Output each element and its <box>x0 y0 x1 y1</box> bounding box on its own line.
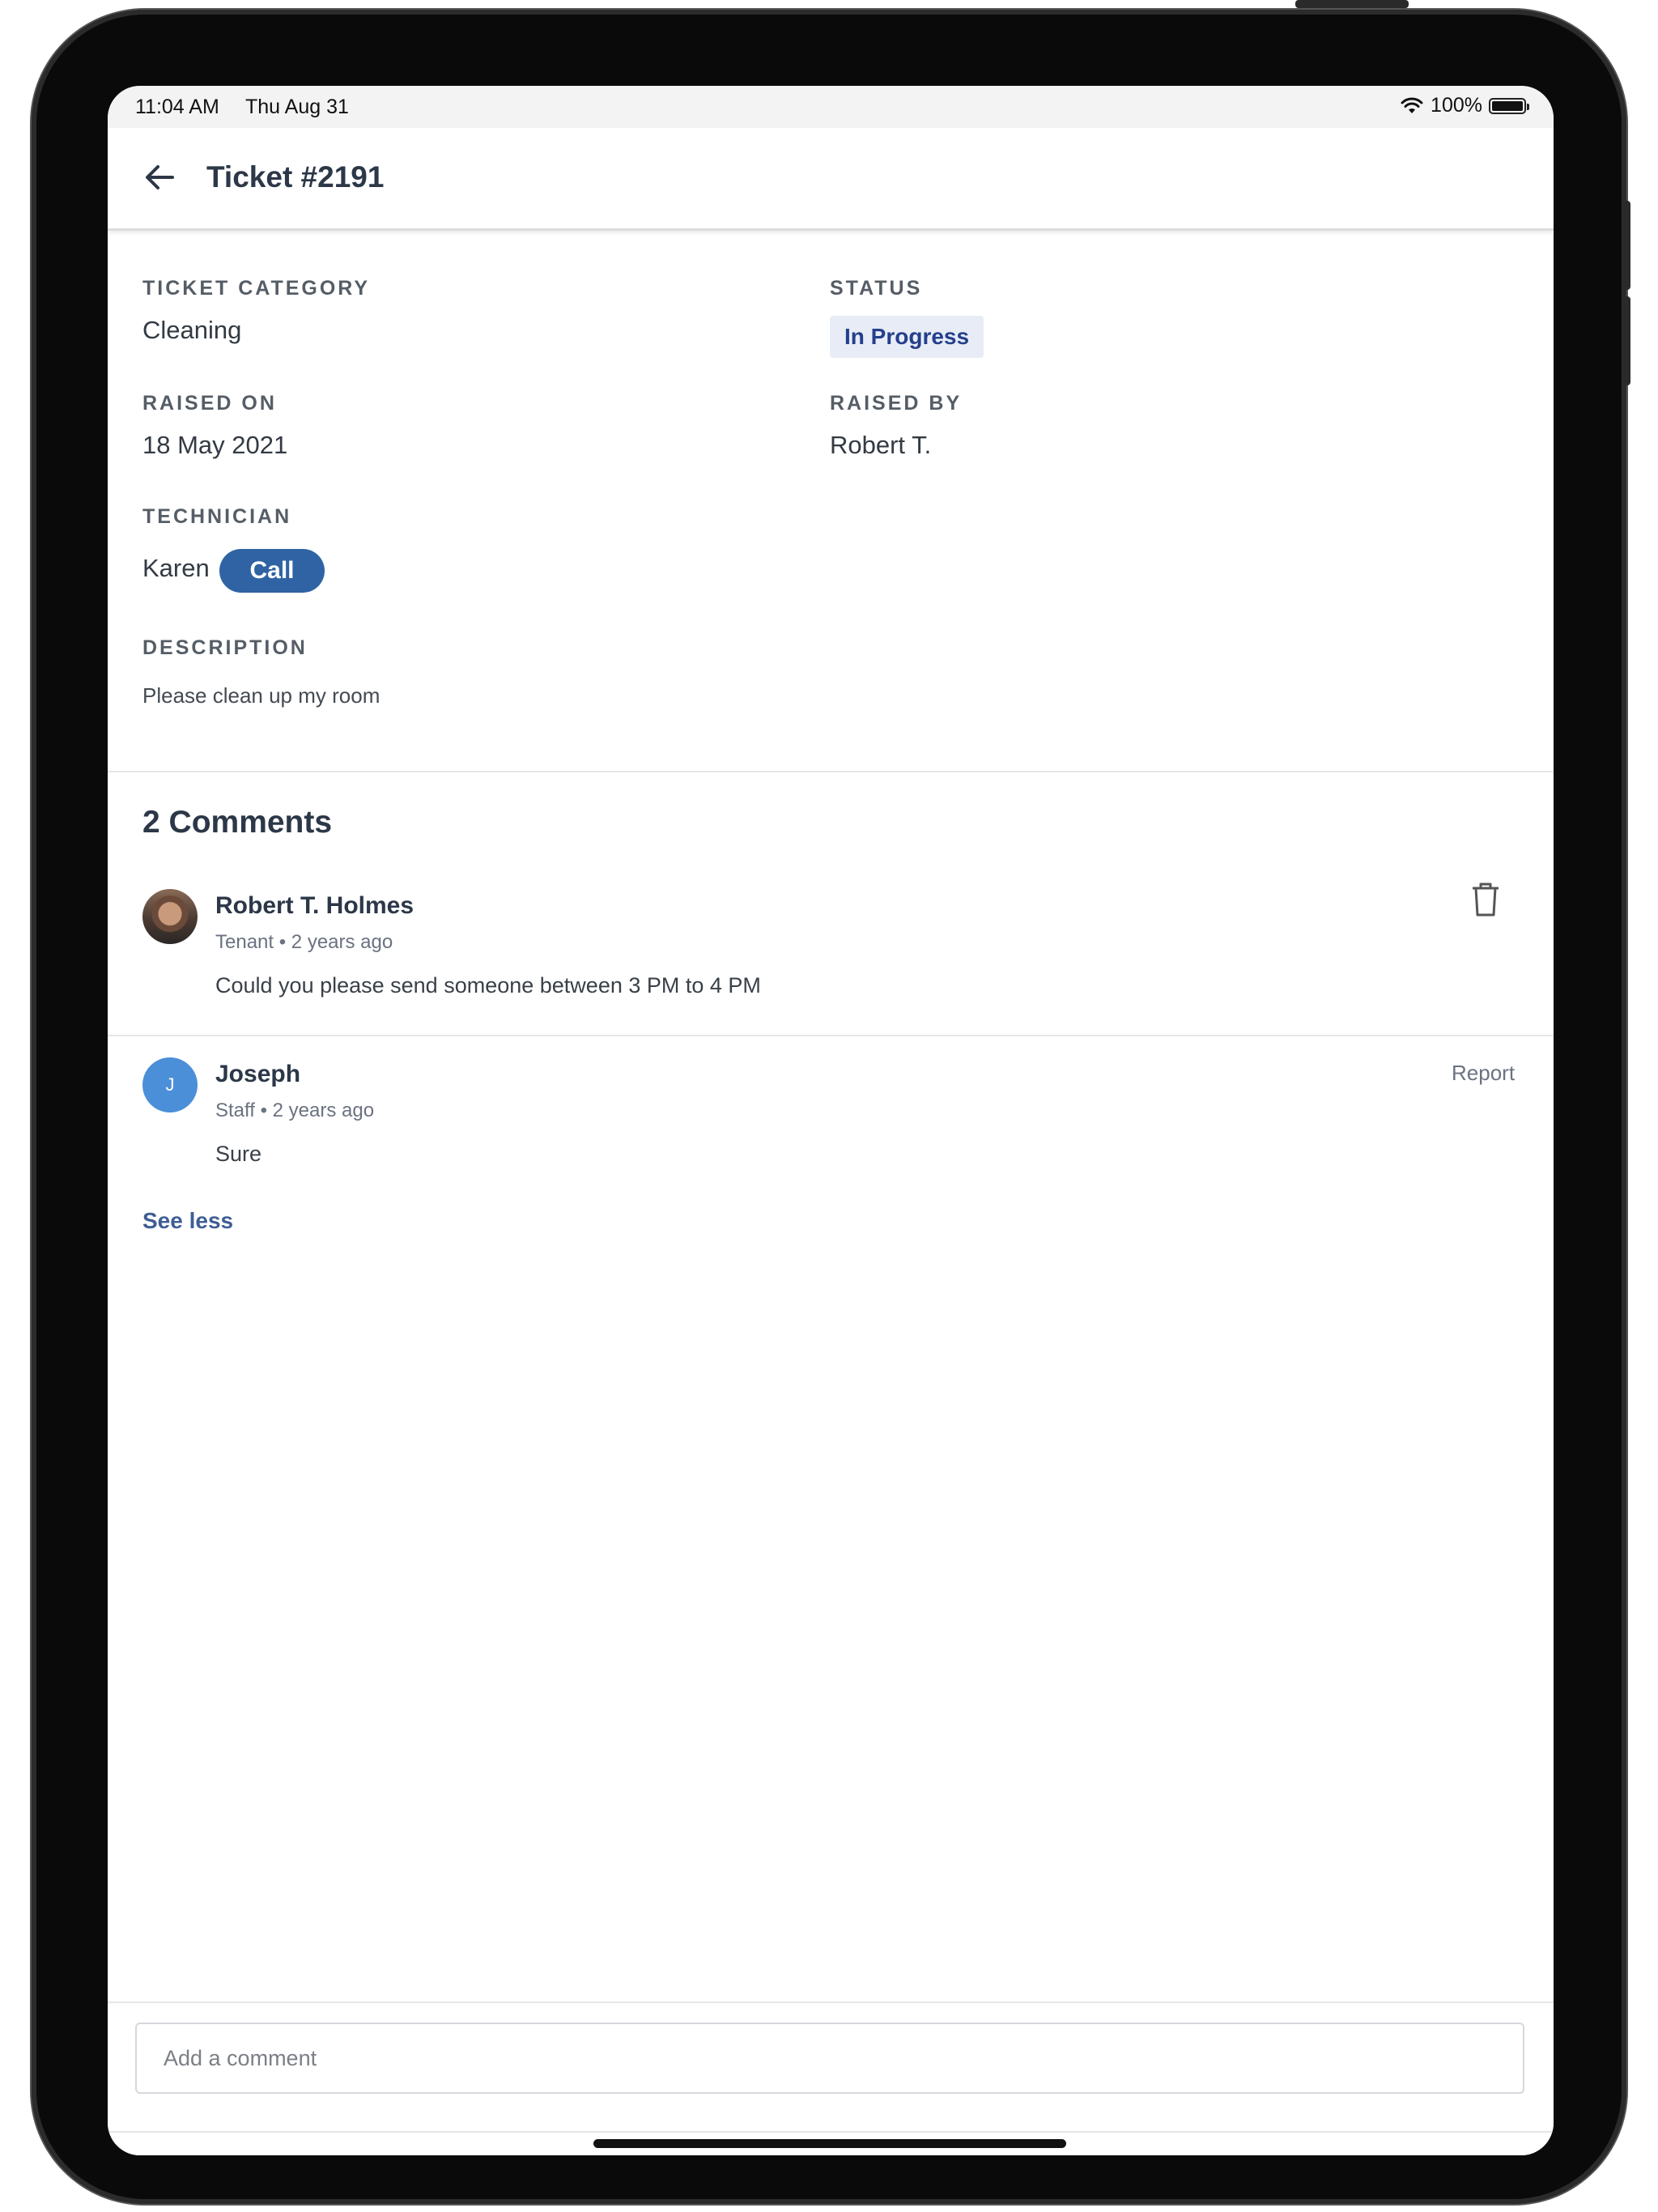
comment-divider <box>108 1035 1554 1036</box>
comment-text: Could you please send someone between 3 … <box>215 973 761 998</box>
comment-meta: Staff • 2 years ago <box>215 1100 375 1121</box>
screen: 11:04 AM Thu Aug 31 100% Ticket #2191 TI… <box>108 86 1554 2155</box>
raised-on-label: RAISED ON <box>142 392 277 415</box>
back-arrow-icon[interactable] <box>140 157 181 198</box>
volume-down-button <box>1622 296 1630 385</box>
comments-heading: 2 Comments <box>142 805 333 840</box>
status-bar: 11:04 AM Thu Aug 31 100% <box>108 86 1554 128</box>
category-label: TICKET CATEGORY <box>142 277 371 300</box>
volume-up-button <box>1622 201 1630 290</box>
see-less-link[interactable]: See less <box>142 1208 233 1234</box>
comment-text: Sure <box>215 1142 262 1166</box>
page-title: Ticket #2191 <box>206 160 385 194</box>
technician-label: TECHNICIAN <box>142 505 292 528</box>
power-button <box>1295 0 1409 8</box>
battery-percent: 100% <box>1431 94 1482 117</box>
status-right: 100% <box>1400 94 1529 117</box>
technician-value: Karen <box>142 554 210 582</box>
avatar: J <box>142 1057 198 1112</box>
app-bar: Ticket #2191 <box>108 128 1554 231</box>
raised-by-value: Robert T. <box>830 431 932 459</box>
comment-author: Robert T. Holmes <box>215 892 414 919</box>
section-divider <box>108 771 1554 772</box>
comment-meta: Tenant • 2 years ago <box>215 931 393 953</box>
call-button[interactable]: Call <box>219 549 325 593</box>
trash-icon[interactable] <box>1469 881 1502 918</box>
raised-on-value: 18 May 2021 <box>142 431 288 459</box>
battery-icon <box>1489 97 1529 114</box>
comment-input[interactable] <box>135 2023 1524 2094</box>
status-label: STATUS <box>830 277 923 300</box>
status-date: Thu Aug 31 <box>245 96 349 118</box>
comment-composer <box>108 2001 1554 2155</box>
composer-divider <box>108 2131 1554 2133</box>
raised-by-label: RAISED BY <box>830 392 963 415</box>
comment-author: Joseph <box>215 1061 301 1087</box>
home-indicator[interactable] <box>593 2139 1066 2148</box>
description-label: DESCRIPTION <box>142 636 308 659</box>
wifi-icon <box>1401 97 1423 113</box>
status-time: 11:04 AM <box>135 96 219 118</box>
avatar <box>142 889 198 944</box>
category-value: Cleaning <box>142 316 242 344</box>
status-badge: In Progress <box>830 316 984 358</box>
report-link[interactable]: Report <box>1452 1061 1515 1086</box>
description-value: Please clean up my room <box>142 683 380 708</box>
